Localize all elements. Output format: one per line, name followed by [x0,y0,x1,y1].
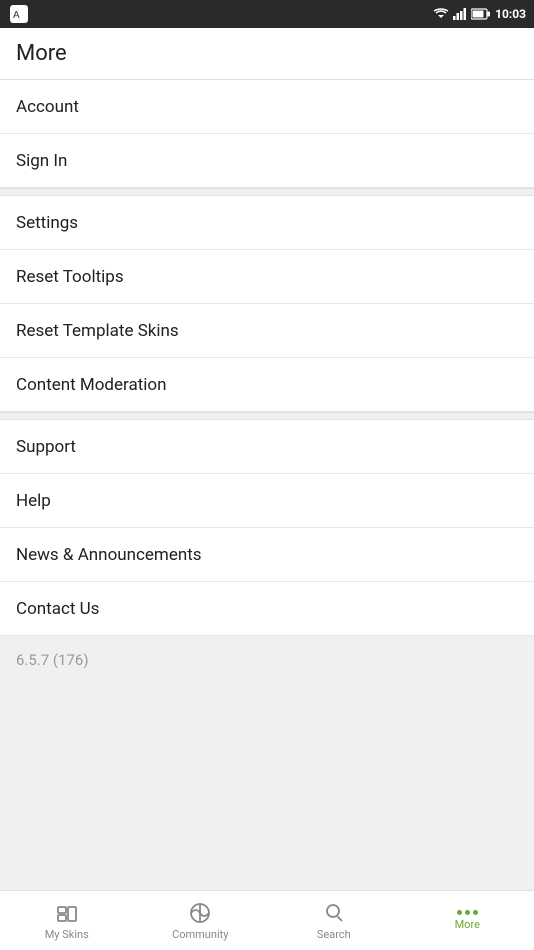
menu-list: Account Sign In Settings Reset Tooltips … [0,80,534,636]
app-icon: A [10,5,28,23]
status-bar: A 10:03 [0,0,534,28]
battery-icon [471,8,491,20]
menu-item-help[interactable]: Help [0,474,534,528]
menu-item-news-announcements[interactable]: News & Announcements [0,528,534,582]
menu-item-content-moderation[interactable]: Content Moderation [0,358,534,412]
section-divider-2 [0,412,534,420]
wifi-icon [433,8,449,20]
status-time: 10:03 [495,7,526,21]
page-header: More [0,28,534,80]
version-section: 6.5.7 (176) [0,636,534,803]
nav-item-community[interactable]: Community [134,891,268,950]
menu-item-contact-us[interactable]: Contact Us [0,582,534,636]
my-skins-icon [55,901,79,925]
menu-item-account[interactable]: Account [0,80,534,134]
nav-item-more[interactable]: More [401,891,534,950]
content-wrapper: Account Sign In Settings Reset Tooltips … [0,80,534,942]
menu-item-sign-in[interactable]: Sign In [0,134,534,188]
page-title: More [16,41,67,66]
signal-icon [453,8,467,20]
search-icon [322,901,346,925]
svg-text:A: A [13,10,20,21]
community-icon [188,901,212,925]
status-bar-right: 10:03 [433,7,526,21]
nav-label-community: Community [172,928,228,941]
bottom-navigation: My Skins Community Search More [0,890,534,950]
menu-item-reset-tooltips[interactable]: Reset Tooltips [0,250,534,304]
more-dots-icon [457,910,478,915]
nav-label-my-skins: My Skins [45,928,89,941]
menu-item-settings[interactable]: Settings [0,196,534,250]
nav-item-search[interactable]: Search [267,891,401,950]
nav-label-more: More [455,918,480,931]
menu-item-reset-template-skins[interactable]: Reset Template Skins [0,304,534,358]
status-bar-left: A [10,5,28,23]
nav-label-search: Search [317,928,351,941]
section-divider-1 [0,188,534,196]
menu-item-support[interactable]: Support [0,420,534,474]
version-text: 6.5.7 (176) [16,651,89,669]
nav-item-my-skins[interactable]: My Skins [0,891,134,950]
